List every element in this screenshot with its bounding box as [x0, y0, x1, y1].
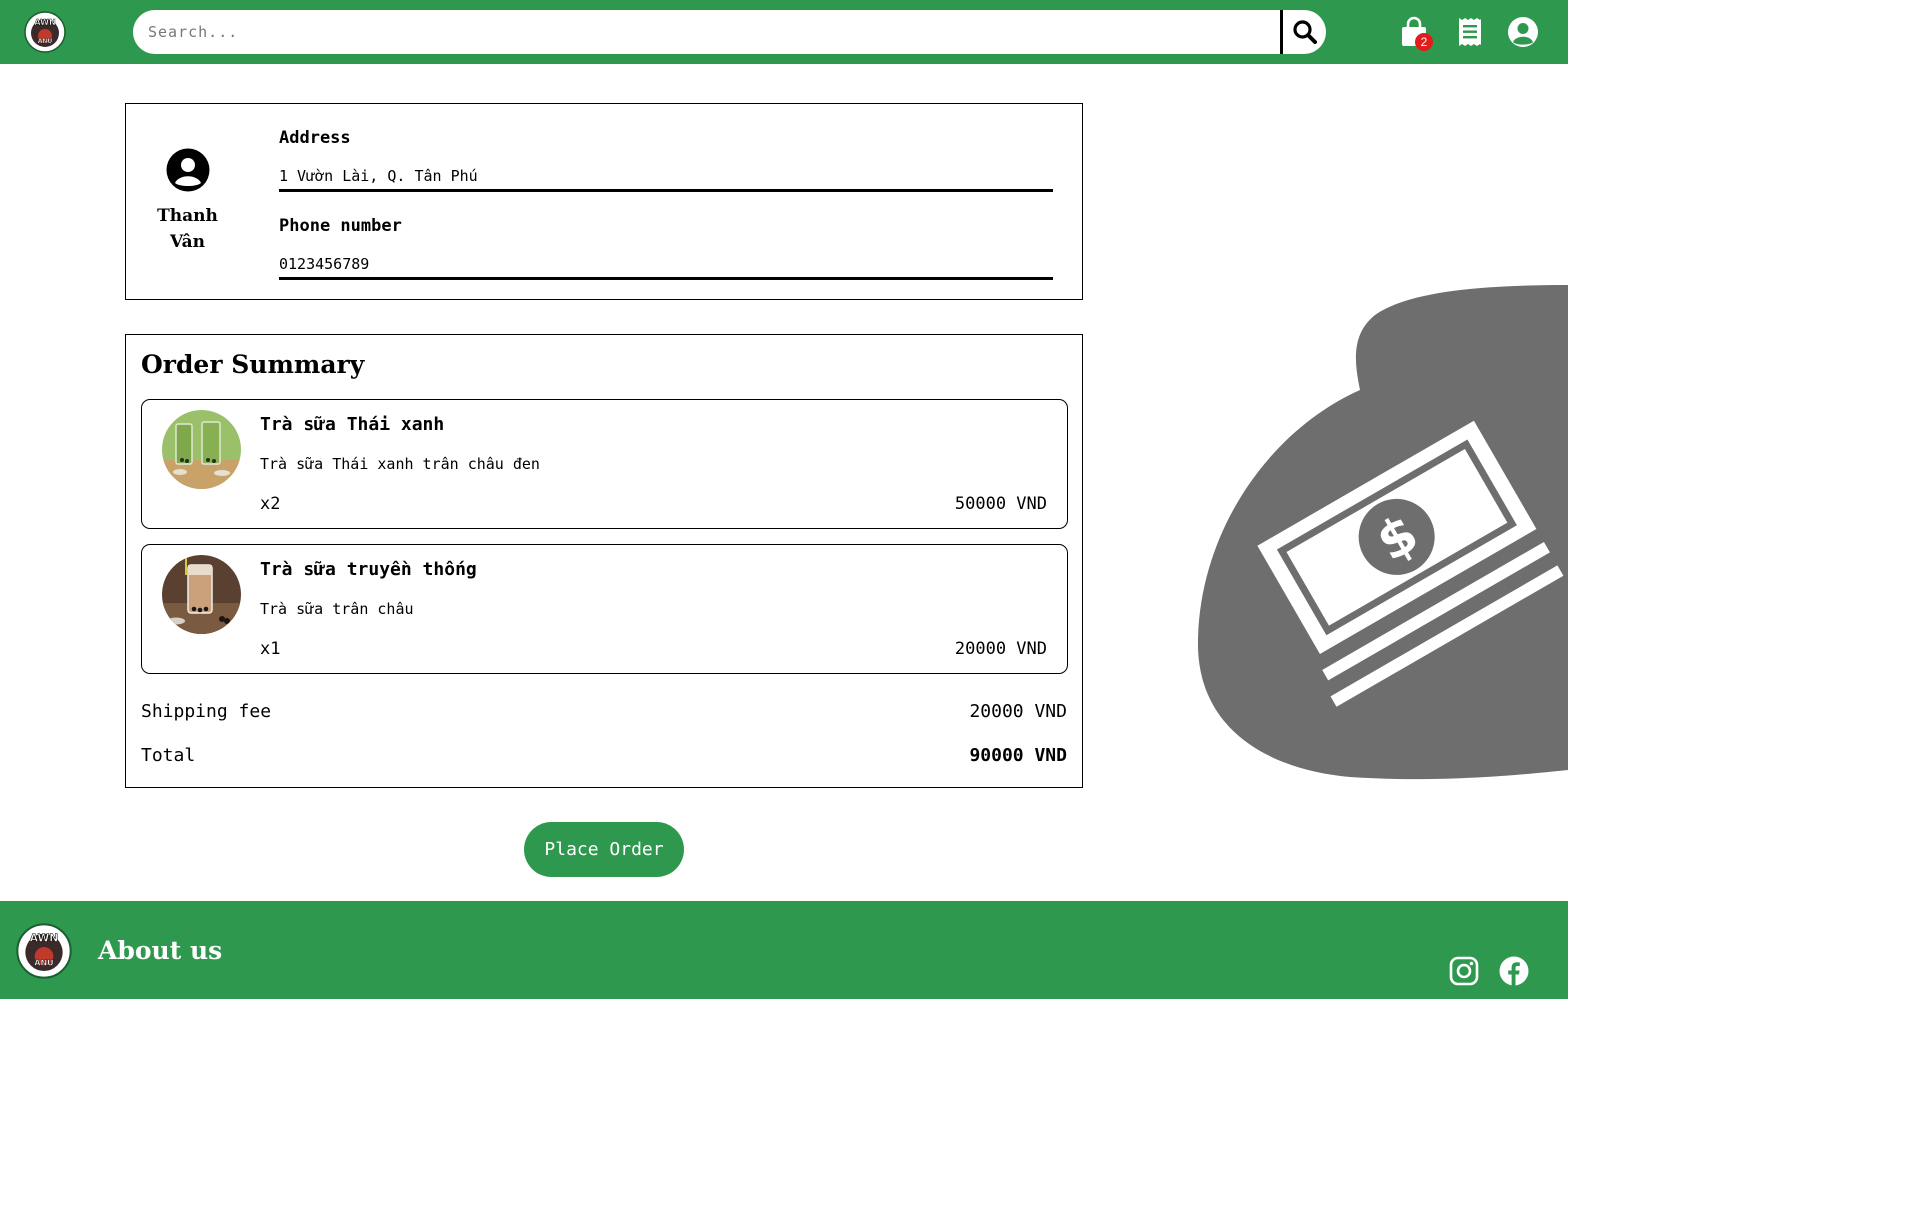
shipping-fee-label: Shipping fee — [141, 701, 272, 722]
instagram-icon[interactable] — [1449, 956, 1479, 986]
search-button[interactable] — [1280, 10, 1326, 54]
order-summary-title: Order Summary — [141, 350, 365, 379]
item-name: Trà sữa Thái xanh — [260, 414, 445, 435]
user-avatar-icon — [166, 148, 210, 192]
item-description: Trà sữa Thái xanh trân châu đen — [260, 455, 540, 473]
item-price: 20000 VND — [954, 639, 1047, 659]
svg-text:AWN: AWN — [30, 932, 58, 945]
money-illustration: $ — [1197, 285, 1568, 780]
about-us-link[interactable]: About us — [98, 936, 222, 965]
order-item[interactable]: Trà sữa Thái xanh Trà sữa Thái xanh trân… — [141, 399, 1068, 529]
address-field[interactable] — [279, 162, 1053, 192]
logo-icon[interactable]: AWN ANU — [24, 11, 66, 53]
account-icon[interactable] — [1507, 16, 1539, 48]
item-quantity: x2 — [260, 494, 281, 514]
search-icon — [1292, 20, 1317, 44]
user-name: Thanh Vân — [157, 206, 218, 252]
search-input[interactable] — [133, 10, 1280, 54]
place-order-button[interactable]: Place Order — [524, 822, 684, 877]
total-value: 90000 VND — [969, 745, 1067, 766]
svg-text:ANU: ANU — [38, 38, 53, 45]
product-image-thai-green-tea — [162, 410, 241, 489]
footer: AWN ANU About us — [0, 901, 1568, 999]
product-image-traditional-milk-tea — [162, 555, 241, 634]
footer-logo-icon[interactable]: AWN ANU — [16, 923, 72, 979]
facebook-icon[interactable] — [1499, 956, 1529, 986]
header: AWN ANU 2 — [0, 0, 1568, 64]
address-label: Address — [279, 128, 351, 148]
cart-count-badge: 2 — [1415, 33, 1433, 51]
item-description: Trà sữa trân châu — [260, 600, 414, 618]
search-bar — [133, 10, 1326, 54]
item-price: 50000 VND — [954, 494, 1047, 514]
phone-field[interactable] — [279, 250, 1053, 280]
item-quantity: x1 — [260, 639, 281, 659]
svg-text:AWN: AWN — [34, 18, 55, 27]
svg-text:ANU: ANU — [34, 959, 53, 968]
phone-label: Phone number — [279, 216, 402, 236]
total-label: Total — [141, 745, 196, 766]
shipping-fee-value: 20000 VND — [969, 701, 1067, 722]
receipt-icon[interactable] — [1454, 16, 1486, 48]
order-item[interactable]: Trà sữa truyền thống Trà sữa trân châu x… — [141, 544, 1068, 674]
item-name: Trà sữa truyền thống — [260, 559, 477, 580]
